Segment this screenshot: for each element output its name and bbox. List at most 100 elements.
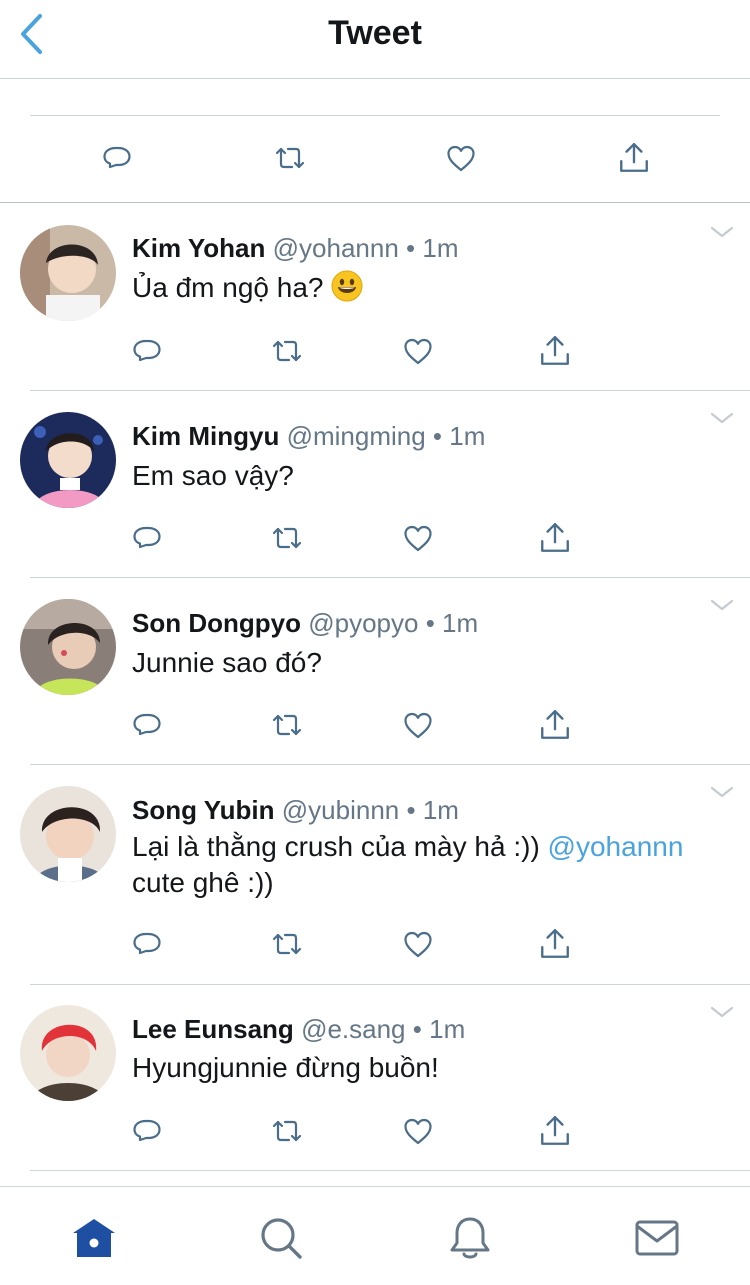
heart-icon: [401, 928, 435, 960]
tweet-text: Hyungjunnie đừng buồn!: [132, 1052, 439, 1083]
reply-icon: [131, 928, 163, 960]
retweet-button[interactable]: [268, 136, 312, 180]
avatar[interactable]: [20, 225, 116, 321]
share-icon: [538, 334, 572, 368]
retweet-icon: [269, 928, 305, 960]
retweet-button[interactable]: [267, 518, 307, 558]
share-button[interactable]: [535, 924, 575, 964]
retweet-icon: [269, 1115, 305, 1147]
section-divider: [0, 202, 750, 203]
chevron-down-icon[interactable]: [710, 411, 734, 425]
tweet-text: Ủa đm ngộ ha?: [132, 270, 732, 306]
user-name[interactable]: Song Yubin: [132, 795, 275, 825]
avatar[interactable]: [20, 599, 116, 695]
like-button[interactable]: [398, 518, 438, 558]
separator-dot: •: [425, 608, 435, 638]
reply-icon: [131, 522, 163, 554]
retweet-icon: [269, 709, 305, 741]
reply-button[interactable]: [127, 518, 167, 558]
heart-icon: [401, 335, 435, 367]
timestamp: 1m: [422, 233, 459, 263]
timestamp: 1m: [449, 421, 486, 451]
separator-dot: •: [406, 233, 416, 263]
top-nav-bar: Tweet: [0, 0, 750, 79]
tab-notifications[interactable]: [445, 1213, 495, 1263]
tab-search[interactable]: [256, 1213, 306, 1263]
share-button[interactable]: [535, 1111, 575, 1151]
user-name[interactable]: Lee Eunsang: [132, 1014, 294, 1044]
retweet-icon: [272, 142, 308, 174]
bottom-tab-bar: [0, 1186, 750, 1285]
page-title: Tweet: [328, 14, 422, 52]
chevron-down-icon[interactable]: [710, 1005, 734, 1019]
retweet-button[interactable]: [267, 331, 307, 371]
tab-messages[interactable]: [632, 1213, 682, 1263]
tweet-divider: [30, 390, 750, 391]
separator-dot: •: [406, 795, 416, 825]
avatar-image: [20, 1005, 116, 1101]
retweet-button[interactable]: [267, 1111, 307, 1151]
tweet-text: Lại là thằng crush của mày hả :)) @yohan…: [132, 829, 732, 901]
avatar-image: [20, 599, 116, 695]
mail-icon: [635, 1220, 679, 1256]
user-name[interactable]: Kim Yohan: [132, 233, 265, 263]
home-icon: [73, 1219, 115, 1257]
user-name[interactable]: Son Dongpyo: [132, 608, 301, 638]
user-handle: @e.sang: [301, 1014, 406, 1044]
tweet-header: Lee Eunsang @e.sang • 1m: [132, 1013, 465, 1045]
tab-home[interactable]: [69, 1213, 119, 1263]
user-handle: @mingming: [286, 421, 426, 451]
tweet-header: Kim Yohan @yohannn • 1m: [132, 232, 458, 264]
tweet-header: Song Yubin @yubinnn • 1m: [132, 794, 459, 826]
share-button[interactable]: [535, 331, 575, 371]
share-button[interactable]: [535, 705, 575, 745]
tweet-text: Junnie sao đó?: [132, 647, 322, 678]
separator-dot: •: [412, 1014, 422, 1044]
share-icon: [617, 141, 651, 175]
user-name[interactable]: Kim Mingyu: [132, 421, 279, 451]
chevron-down-icon[interactable]: [710, 225, 734, 239]
tweet-text-content: Ủa đm ngộ ha?: [132, 272, 332, 303]
reply-icon: [131, 1115, 163, 1147]
reply-button[interactable]: [127, 331, 167, 371]
avatar-image: [20, 786, 116, 882]
tweet-divider: [30, 764, 750, 765]
like-button[interactable]: [398, 705, 438, 745]
timestamp: 1m: [422, 795, 459, 825]
share-icon: [538, 1114, 572, 1148]
like-button[interactable]: [398, 331, 438, 371]
chevron-down-icon[interactable]: [710, 598, 734, 612]
tweet-text-content: Lại là thằng crush của mày hả :)): [132, 831, 548, 862]
reply-icon: [131, 709, 163, 741]
reply-button[interactable]: [127, 1111, 167, 1151]
avatar[interactable]: [20, 412, 116, 508]
retweet-icon: [269, 522, 305, 554]
tweet-divider: [30, 577, 750, 578]
share-icon: [538, 927, 572, 961]
heart-icon: [401, 522, 435, 554]
heart-icon: [444, 142, 478, 174]
tweet-text: Em sao vậy?: [132, 460, 294, 491]
share-icon: [538, 521, 572, 555]
avatar-image: [20, 225, 116, 321]
retweet-button[interactable]: [267, 705, 307, 745]
heart-icon: [401, 1115, 435, 1147]
search-icon: [261, 1218, 302, 1259]
avatar[interactable]: [20, 1005, 116, 1101]
chevron-down-icon[interactable]: [710, 785, 734, 799]
avatar[interactable]: [20, 786, 116, 882]
retweet-button[interactable]: [267, 924, 307, 964]
mention-link[interactable]: @yohannn: [548, 831, 684, 862]
like-button[interactable]: [398, 1111, 438, 1151]
tweet-header: Kim Mingyu @mingming • 1m: [132, 420, 485, 452]
timestamp: 1m: [429, 1014, 466, 1044]
reply-button[interactable]: [95, 136, 139, 180]
tweet-divider: [30, 984, 750, 985]
reply-button[interactable]: [127, 924, 167, 964]
share-button[interactable]: [612, 136, 656, 180]
share-button[interactable]: [535, 518, 575, 558]
reply-button[interactable]: [127, 705, 167, 745]
like-button[interactable]: [439, 136, 483, 180]
like-button[interactable]: [398, 924, 438, 964]
heart-icon: [401, 709, 435, 741]
